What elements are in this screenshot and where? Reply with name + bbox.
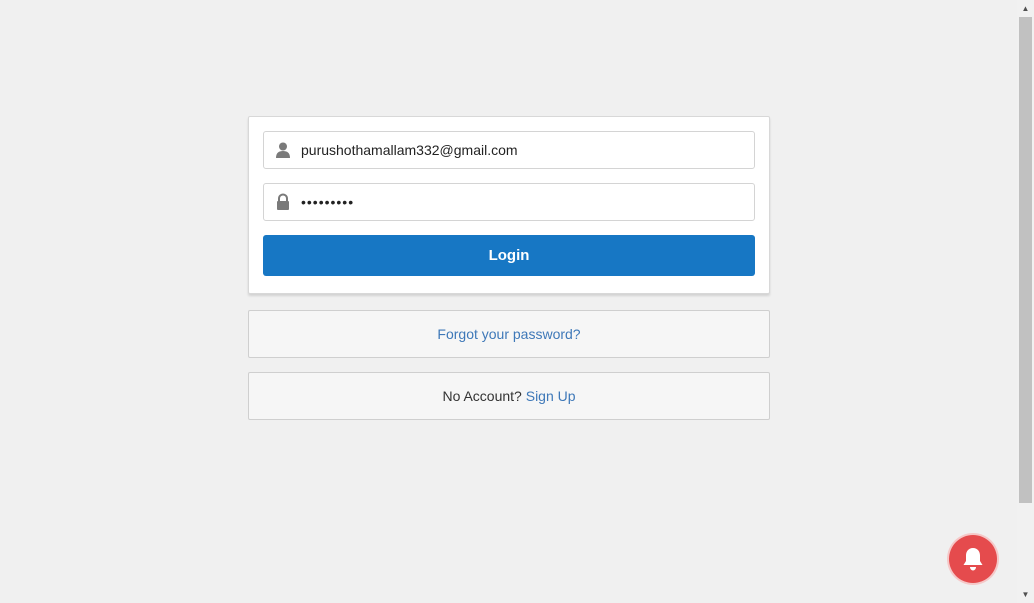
email-field-wrapper	[263, 131, 755, 169]
forgot-password-link[interactable]: Forgot your password?	[437, 326, 580, 342]
scroll-down-arrow-icon[interactable]: ▼	[1017, 586, 1034, 603]
sign-up-link[interactable]: Sign Up	[526, 388, 576, 404]
vertical-scrollbar[interactable]: ▲ ▼	[1017, 0, 1034, 603]
scroll-up-arrow-icon[interactable]: ▲	[1017, 0, 1034, 17]
signup-panel: No Account? Sign Up	[248, 372, 770, 420]
password-input[interactable]	[301, 184, 741, 220]
lock-icon	[274, 193, 292, 211]
email-input[interactable]	[301, 132, 741, 168]
forgot-password-panel: Forgot your password?	[248, 310, 770, 358]
login-button[interactable]: Login	[263, 235, 755, 276]
user-icon	[274, 141, 292, 159]
password-field-wrapper	[263, 183, 755, 221]
no-account-text: No Account?	[442, 388, 522, 404]
login-card: Login	[248, 116, 770, 294]
scrollbar-thumb[interactable]	[1019, 17, 1032, 503]
login-page: Login Forgot your password? No Account? …	[0, 0, 1034, 603]
notification-bell-button[interactable]	[949, 535, 997, 583]
bell-icon	[963, 548, 983, 571]
